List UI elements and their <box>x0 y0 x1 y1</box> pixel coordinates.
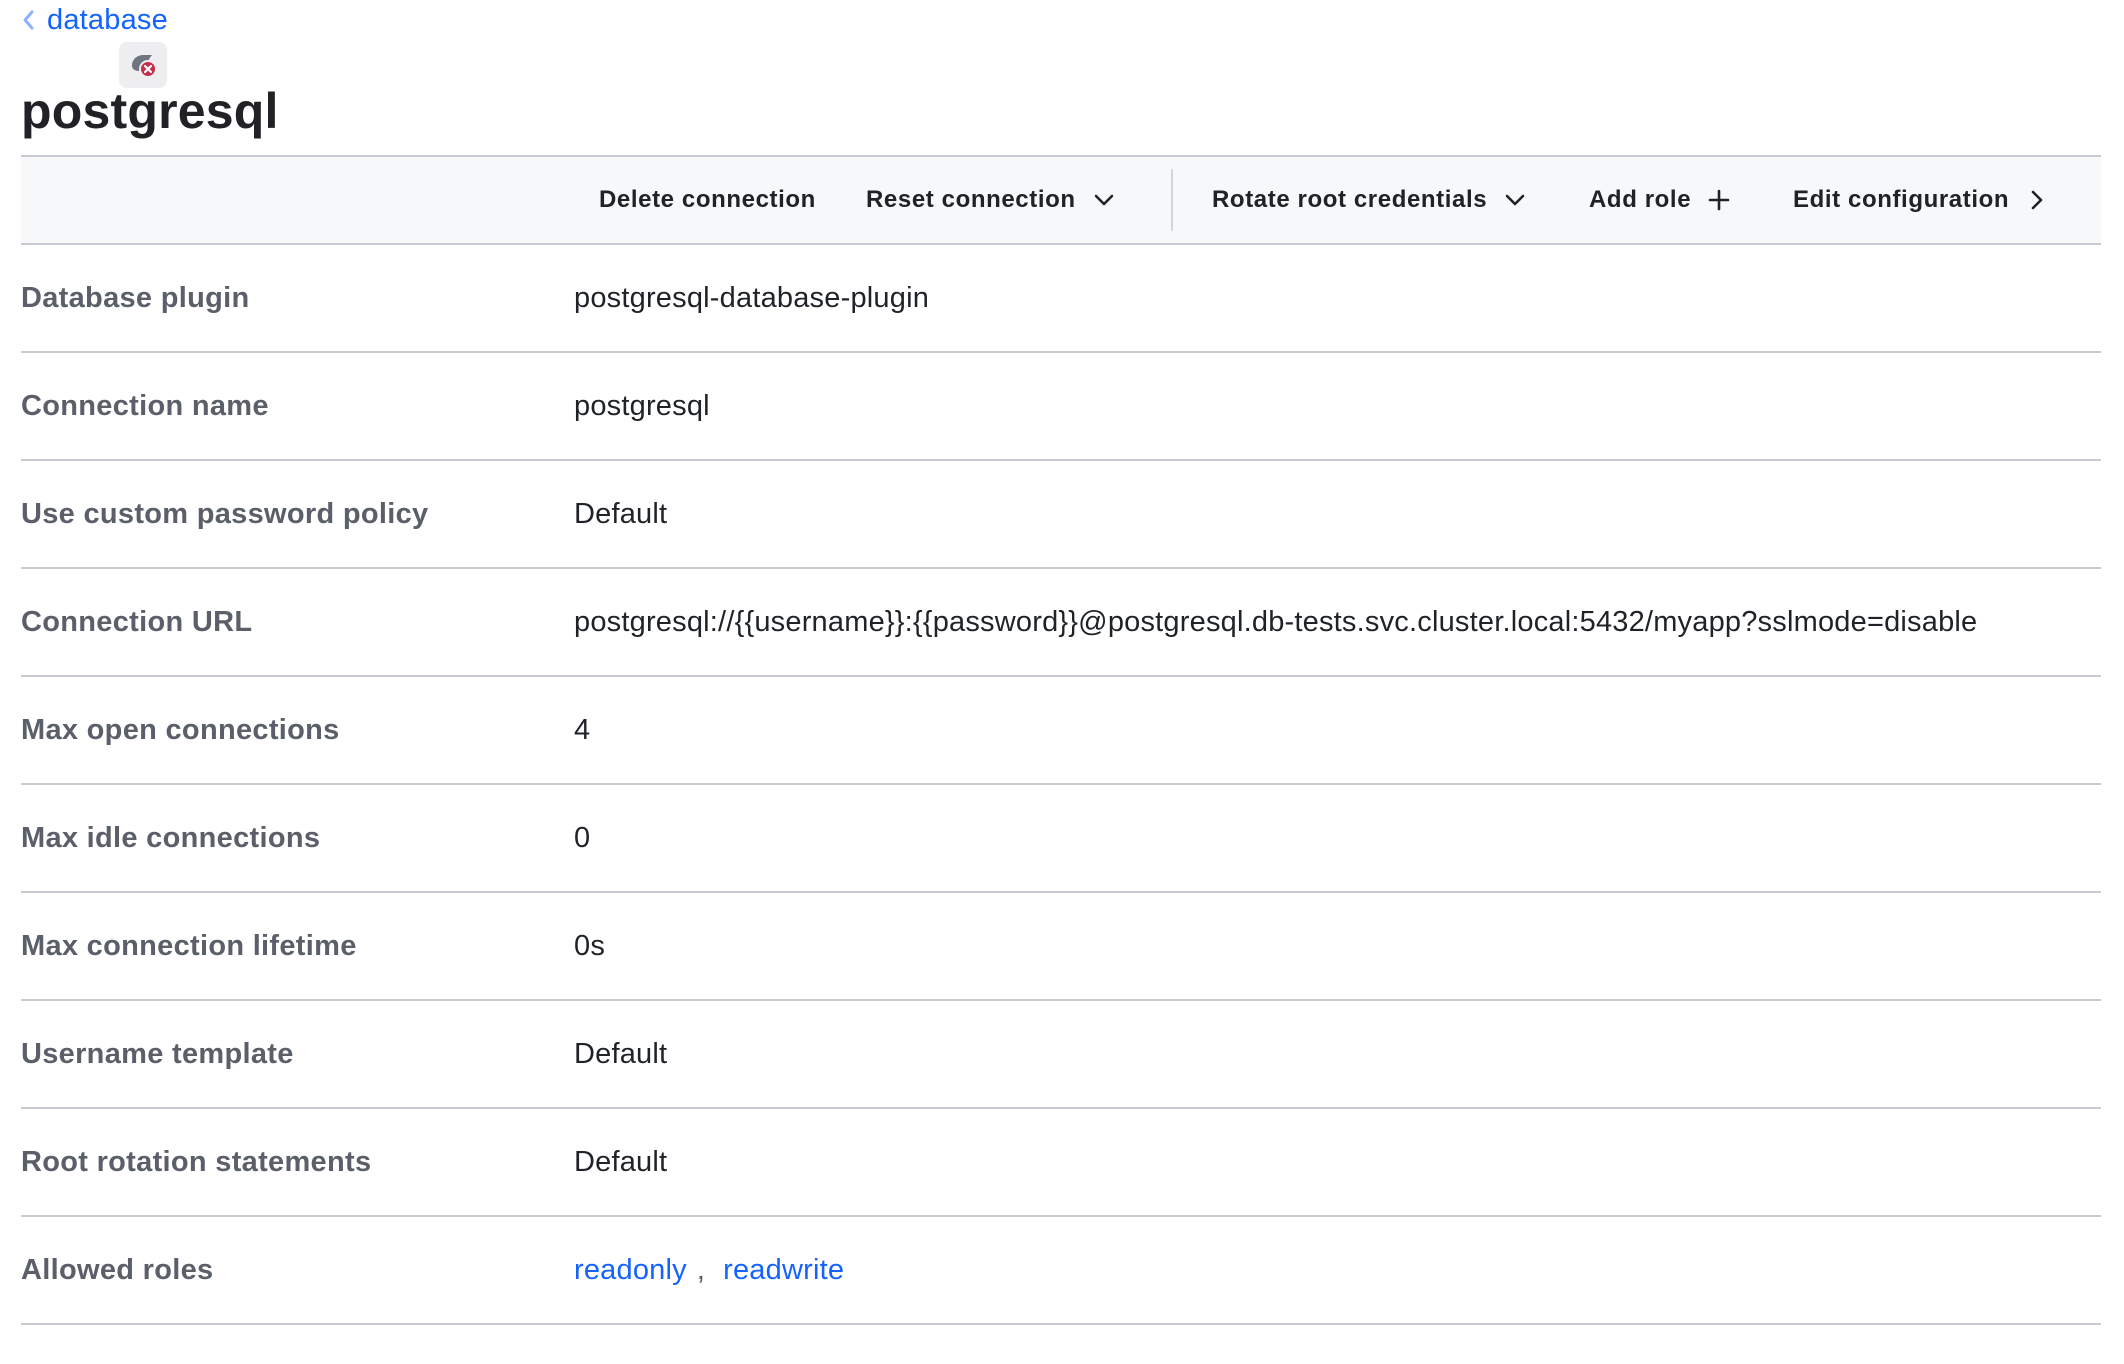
info-label: Max open connections <box>21 713 340 746</box>
toolbar-divider <box>1171 169 1173 231</box>
add-role-label: Add role <box>1589 186 1692 213</box>
chevron-down-icon <box>1092 188 1116 212</box>
info-row-password-policy: Use custom password policy Default <box>21 461 2101 569</box>
info-label: Allowed roles <box>21 1253 214 1286</box>
breadcrumb-link-database[interactable]: database <box>47 4 168 37</box>
allowed-roles-list: readonly , readwrite <box>574 1217 844 1323</box>
chevron-left-icon <box>21 8 37 32</box>
info-row-connection-url: Connection URL postgresql://{{username}}… <box>21 569 2101 677</box>
info-row-max-connection-lifetime: Max connection lifetime 0s <box>21 893 2101 1001</box>
role-separator: , <box>696 1253 706 1286</box>
delete-connection-button[interactable]: Delete connection <box>599 157 816 243</box>
info-value: Default <box>574 1145 668 1178</box>
edit-configuration-button[interactable]: Edit configuration <box>1793 157 2049 243</box>
role-link-readwrite[interactable]: readwrite <box>723 1254 844 1287</box>
info-value: 0s <box>574 929 606 962</box>
info-row-max-open-connections: Max open connections 4 <box>21 677 2101 785</box>
plus-icon <box>1707 188 1731 212</box>
info-row-allowed-roles: Allowed roles readonly , readwrite <box>21 1217 2101 1325</box>
info-label: Database plugin <box>21 281 250 314</box>
reset-connection-button[interactable]: Reset connection <box>866 157 1116 243</box>
info-label: Max idle connections <box>21 821 321 854</box>
connection-details: Database plugin postgresql-database-plug… <box>21 245 2101 1325</box>
reset-connection-label: Reset connection <box>866 186 1076 213</box>
page-title: postgresql <box>21 83 279 139</box>
info-value: 4 <box>574 713 591 746</box>
info-label: Username template <box>21 1037 294 1070</box>
info-value: postgresql-database-plugin <box>574 281 930 314</box>
role-link-readonly[interactable]: readonly <box>574 1254 687 1287</box>
chevron-right-icon <box>2025 188 2049 212</box>
info-value: postgresql <box>574 389 710 422</box>
info-row-max-idle-connections: Max idle connections 0 <box>21 785 2101 893</box>
breadcrumb[interactable]: database <box>21 2 168 38</box>
info-value: Default <box>574 497 668 530</box>
info-row-database-plugin: Database plugin postgresql-database-plug… <box>21 245 2101 353</box>
info-value: Default <box>574 1037 668 1070</box>
info-row-root-rotation-statements: Root rotation statements Default <box>21 1109 2101 1217</box>
info-label: Connection URL <box>21 605 253 638</box>
edit-configuration-label: Edit configuration <box>1793 186 2010 213</box>
info-row-username-template: Username template Default <box>21 1001 2101 1109</box>
toolbar: Delete connection Reset connection Rotat… <box>21 155 2101 245</box>
info-label: Use custom password policy <box>21 497 429 530</box>
delete-connection-label: Delete connection <box>599 186 816 213</box>
add-role-button[interactable]: Add role <box>1589 157 1731 243</box>
info-label: Root rotation statements <box>21 1145 372 1178</box>
chevron-down-icon <box>1503 188 1527 212</box>
info-label: Connection name <box>21 389 269 422</box>
info-label: Max connection lifetime <box>21 929 357 962</box>
rotate-root-credentials-label: Rotate root credentials <box>1212 186 1488 213</box>
info-row-connection-name: Connection name postgresql <box>21 353 2101 461</box>
info-value: postgresql://{{username}}:{{password}}@p… <box>574 605 1978 638</box>
rotate-root-credentials-button[interactable]: Rotate root credentials <box>1212 157 1527 243</box>
info-value: 0 <box>574 821 591 854</box>
